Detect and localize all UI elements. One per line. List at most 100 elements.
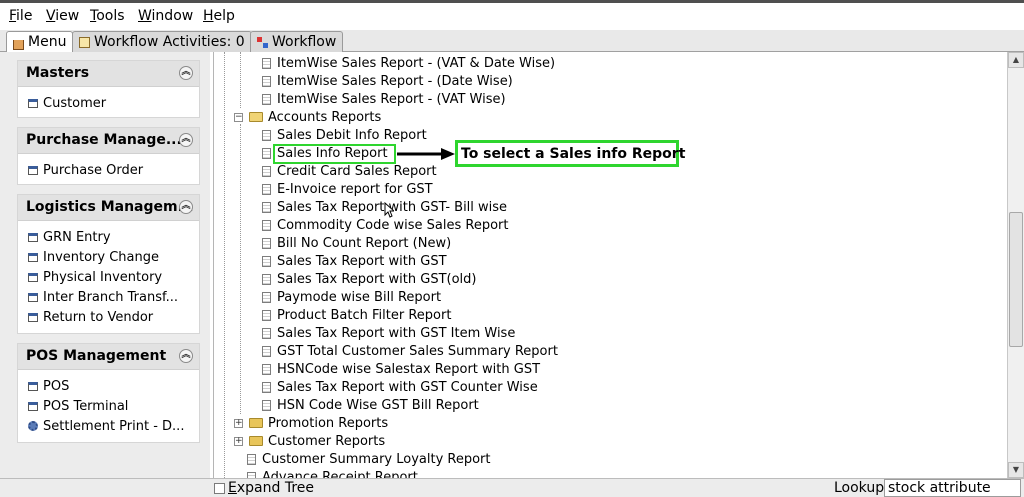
tree-item[interactable]: Sales Tax Report with GST Item Wise xyxy=(262,324,515,342)
tree-item[interactable]: Advance Receipt Report xyxy=(247,468,418,478)
collapse-icon[interactable]: ︽ xyxy=(179,349,193,363)
tree-item[interactable]: Product Batch Filter Report xyxy=(262,306,451,324)
form-icon xyxy=(28,232,38,242)
expand-tree-checkbox[interactable] xyxy=(214,483,225,494)
tree-folder-accounts-reports[interactable]: − Accounts Reports xyxy=(234,108,381,126)
expand-tree-label[interactable]: Expand Tree xyxy=(228,480,314,496)
document-icon xyxy=(262,219,271,231)
sidebar-item-settlement-print[interactable]: Settlement Print - D... xyxy=(18,416,199,436)
annotation-callout: To select a Sales info Report xyxy=(455,140,685,167)
menu-help[interactable]: Help xyxy=(203,8,235,24)
menu-tools[interactable]: Tools xyxy=(90,8,125,24)
sidebar-item-customer[interactable]: Customer xyxy=(18,93,199,113)
tree-item[interactable]: Commodity Code wise Sales Report xyxy=(262,216,509,234)
document-icon xyxy=(262,273,271,285)
collapse-icon[interactable]: ︽ xyxy=(179,200,193,214)
tree-item[interactable]: HSN Code Wise GST Bill Report xyxy=(262,396,479,414)
scroll-down-icon[interactable]: ▼ xyxy=(1008,462,1024,478)
form-icon xyxy=(28,165,38,175)
form-icon xyxy=(28,272,38,282)
tree-item[interactable]: Paymode wise Bill Report xyxy=(262,288,441,306)
document-icon xyxy=(262,327,271,339)
document-icon xyxy=(262,291,271,303)
tree-item[interactable]: Sales Debit Info Report xyxy=(262,126,427,144)
scroll-up-icon[interactable]: ▲ xyxy=(1008,52,1024,68)
tree-item[interactable]: Sales Tax Report with GST(old) xyxy=(262,270,476,288)
document-icon xyxy=(262,75,271,87)
menu-view[interactable]: View xyxy=(46,8,79,24)
tree-item[interactable]: E-Invoice report for GST xyxy=(262,180,433,198)
sidebar-item-grn-entry[interactable]: GRN Entry xyxy=(18,227,199,247)
document-icon xyxy=(262,309,271,321)
panel-masters: Masters ︽ Customer xyxy=(17,60,200,118)
tree-item[interactable]: Sales Tax Report with GST xyxy=(262,252,447,270)
panel-title[interactable]: POS Management ︽ xyxy=(18,344,199,370)
mouse-cursor-icon xyxy=(384,202,394,218)
collapse-icon[interactable]: ︽ xyxy=(179,133,193,147)
report-tree: ItemWise Sales Report - (VAT & Date Wise… xyxy=(213,52,1007,478)
sidebar-item-pos-terminal[interactable]: POS Terminal xyxy=(18,396,199,416)
panel-title[interactable]: Purchase Manage... ︽ xyxy=(18,128,199,154)
highlight-box xyxy=(273,144,396,164)
document-icon xyxy=(262,93,271,105)
lookup-label: Lookup xyxy=(834,480,885,496)
sidebar-item-return-to-vendor[interactable]: Return to Vendor xyxy=(18,307,199,327)
panel-title[interactable]: Masters ︽ xyxy=(18,61,199,87)
sidebar-item-inventory-change[interactable]: Inventory Change xyxy=(18,247,199,267)
expand-node-icon[interactable]: + xyxy=(234,436,243,446)
sidebar-item-inter-branch-transfer[interactable]: Inter Branch Transf... xyxy=(18,287,199,307)
tree-folder-promotion-reports[interactable]: + Promotion Reports xyxy=(234,414,388,432)
tree-item[interactable]: Credit Card Sales Report xyxy=(262,162,437,180)
home-icon xyxy=(13,39,24,50)
scrollbar-thumb[interactable] xyxy=(1009,212,1023,347)
tree-guide xyxy=(240,52,241,108)
folder-open-icon xyxy=(249,112,263,122)
form-icon xyxy=(28,401,38,411)
tree-item[interactable]: ItemWise Sales Report - (Date Wise) xyxy=(262,72,513,90)
collapse-icon[interactable]: ︽ xyxy=(179,66,193,80)
sidebar-item-physical-inventory[interactable]: Physical Inventory xyxy=(18,267,199,287)
lookup-input[interactable]: stock attribute xyxy=(884,479,1021,497)
tree-item[interactable]: ItemWise Sales Report - (VAT & Date Wise… xyxy=(262,54,555,72)
tree-item[interactable]: Bill No Count Report (New) xyxy=(262,234,451,252)
tree-item[interactable]: Customer Summary Loyalty Report xyxy=(247,450,491,468)
sidebar-item-pos[interactable]: POS xyxy=(18,376,199,396)
calendar-icon xyxy=(79,36,90,48)
panel-logistics-management: Logistics Managem... ︽ GRN Entry Inventor… xyxy=(17,194,200,334)
menu-file[interactable]: File xyxy=(9,8,32,24)
form-icon xyxy=(28,381,38,391)
document-icon xyxy=(262,381,271,393)
tree-item[interactable]: Sales Tax Report with GST Counter Wise xyxy=(262,378,538,396)
tab-workflow-activities[interactable]: Workflow Activities: 0 xyxy=(72,31,252,52)
document-icon xyxy=(262,129,271,141)
form-icon xyxy=(28,292,38,302)
tree-folder-customer-reports[interactable]: + Customer Reports xyxy=(234,432,385,450)
form-icon xyxy=(28,312,38,322)
expand-node-icon[interactable]: + xyxy=(234,418,243,428)
collapse-node-icon[interactable]: − xyxy=(234,112,243,122)
tree-scrollbar[interactable]: ▲ ▼ xyxy=(1007,52,1024,478)
arrow-icon xyxy=(397,148,455,160)
document-icon xyxy=(262,57,271,69)
document-icon xyxy=(247,453,256,465)
gear-icon xyxy=(28,421,38,431)
sidebar: Masters ︽ Customer Purchase Manage... ︽ Pu… xyxy=(0,52,210,497)
document-icon xyxy=(262,255,271,267)
tab-bar: Menu Workflow Activities: 0 Workflow xyxy=(0,30,1024,53)
panel-pos-management: POS Management ︽ POS POS Terminal Settlem… xyxy=(17,343,200,443)
document-icon xyxy=(262,183,271,195)
tab-workflow[interactable]: Workflow xyxy=(250,31,344,52)
tree-item[interactable]: ItemWise Sales Report - (VAT Wise) xyxy=(262,90,506,108)
menu-window[interactable]: Window xyxy=(138,8,193,24)
folder-icon xyxy=(249,418,263,428)
tree-item[interactable]: HSNCode wise Salestax Report with GST xyxy=(262,360,540,378)
tree-item[interactable]: GST Total Customer Sales Summary Report xyxy=(262,342,558,360)
tab-menu[interactable]: Menu xyxy=(6,31,74,53)
document-icon xyxy=(262,345,271,357)
sidebar-item-purchase-order[interactable]: Purchase Order xyxy=(18,160,199,180)
workflow-icon xyxy=(257,36,268,48)
status-bar: Expand Tree Lookup stock attribute xyxy=(0,478,1024,497)
document-icon xyxy=(262,399,271,411)
panel-title[interactable]: Logistics Managem... ︽ xyxy=(18,195,199,221)
document-icon xyxy=(262,165,271,177)
